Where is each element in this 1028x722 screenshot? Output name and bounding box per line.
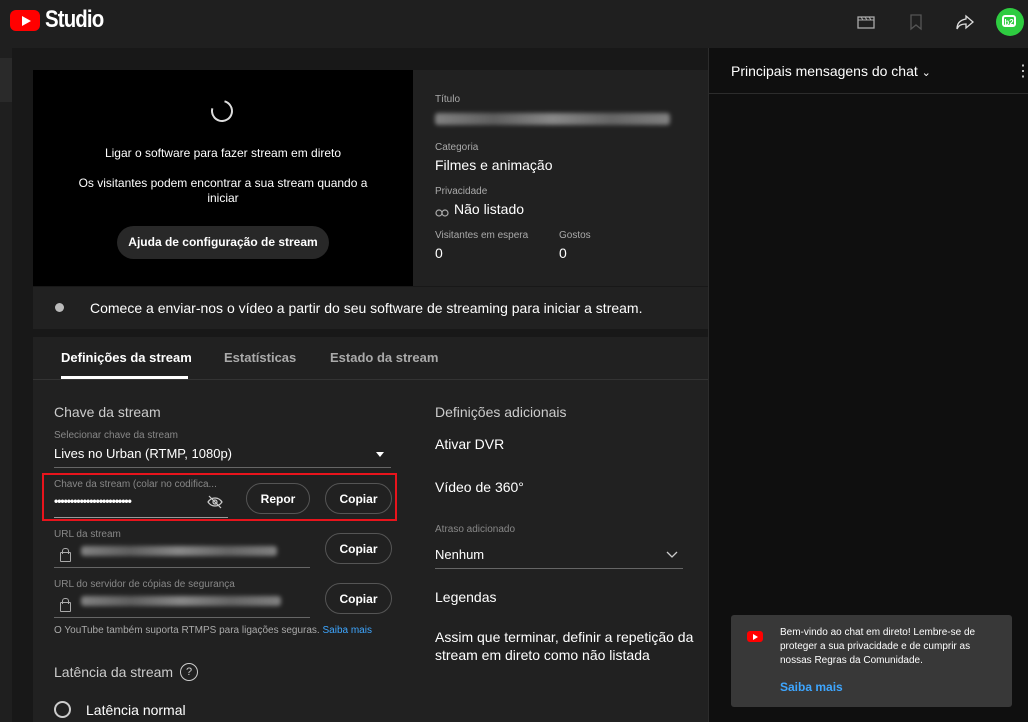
app-title[interactable]: Studio: [45, 6, 104, 34]
welcome-text: Bem-vindo ao chat em direto! Lembre-se d…: [780, 627, 976, 666]
chat-mode-select[interactable]: Principais mensagens do chat ⌄: [731, 63, 931, 79]
tab-statistics[interactable]: Estatísticas: [224, 350, 296, 365]
tab-stream-settings[interactable]: Definições da stream: [61, 350, 192, 365]
captions-setting[interactable]: Legendas: [435, 589, 497, 605]
likes-label: Gostos: [559, 230, 591, 241]
latency-normal-label: Latência normal: [86, 702, 186, 718]
setup-help-button[interactable]: Ajuda de configuração de stream: [117, 226, 329, 259]
likes-value: 0: [559, 245, 567, 261]
backup-url-label: URL do servidor de cópias de segurança: [54, 579, 235, 590]
video360-setting[interactable]: Vídeo de 360°: [435, 479, 524, 495]
copy-backup-button[interactable]: Copiar: [325, 583, 392, 614]
help-icon[interactable]: ?: [180, 663, 198, 681]
link-icon: [435, 205, 449, 223]
more-vert-icon[interactable]: ⋮: [1015, 61, 1028, 81]
status-text: Comece a enviar-nos o vídeo a partir do …: [90, 300, 643, 316]
delay-underline: [435, 568, 683, 569]
chevron-down-icon[interactable]: [665, 546, 679, 564]
additional-heading: Definições adicionais: [435, 404, 567, 420]
chat-welcome-card: Bem-vindo ao chat em direto! Lembre-se d…: [731, 615, 1012, 707]
stream-key-highlight: [42, 473, 397, 521]
unlist-setting[interactable]: Assim que terminar, definir a repetição …: [435, 628, 705, 664]
left-rail-item[interactable]: [0, 58, 12, 102]
privacy-label: Privacidade: [435, 186, 488, 197]
clapperboard-icon[interactable]: [856, 12, 876, 32]
rtmps-note-text: O YouTube também suporta RTMPS para liga…: [54, 625, 320, 636]
category-value: Filmes e animação: [435, 157, 553, 173]
lock-icon: [60, 548, 71, 562]
lock-icon: [60, 598, 71, 612]
backup-url-underline: [54, 617, 310, 618]
stream-key-heading: Chave da stream: [54, 404, 161, 420]
welcome-learn-more-link[interactable]: Saiba mais: [780, 680, 843, 694]
backup-url-blurred[interactable]: [81, 596, 281, 606]
bookmark-icon[interactable]: [906, 12, 926, 32]
status-bar: Comece a enviar-nos o vídeo a partir do …: [33, 287, 708, 329]
title-label: Título: [435, 94, 461, 105]
copy-url-button[interactable]: Copiar: [325, 533, 392, 564]
chat-header: Principais mensagens do chat ⌄ ⋮: [709, 48, 1028, 94]
status-dot-icon: [55, 303, 64, 312]
preview-line2: Os visitantes podem encontrar a sua stre…: [78, 176, 368, 205]
stream-info-panel: Título Categoria Filmes e animação Priva…: [413, 70, 708, 286]
stream-url-underline: [54, 567, 310, 568]
select-key-underline: [54, 467, 391, 468]
category-label: Categoria: [435, 142, 479, 153]
title-value-blurred: [435, 113, 670, 125]
avatar[interactable]: b2: [996, 8, 1024, 36]
privacy-value: Não listado: [454, 201, 525, 217]
rtmps-learn-more-link[interactable]: Saiba mais: [322, 625, 371, 636]
stream-url-label: URL da stream: [54, 529, 121, 540]
latency-heading: Latência da stream: [54, 664, 174, 680]
stream-preview: Ligar o software para fazer stream em di…: [33, 70, 413, 286]
tab-stream-status[interactable]: Estado da stream: [330, 350, 438, 365]
youtube-logo-icon: [747, 631, 763, 642]
loading-spinner-icon: [206, 95, 238, 127]
delay-select[interactable]: Nenhum: [435, 547, 484, 562]
stream-url-blurred[interactable]: [81, 546, 277, 556]
settings-panel: Chave da stream Selecionar chave da stre…: [33, 380, 708, 722]
waiting-value: 0: [435, 245, 443, 261]
dvr-setting[interactable]: Ativar DVR: [435, 436, 504, 452]
active-tab-indicator: [61, 376, 188, 379]
select-dropdown-icon[interactable]: [376, 452, 384, 457]
tabs-bar: Definições da stream Estatísticas Estado…: [33, 337, 708, 380]
latency-normal-radio[interactable]: [54, 701, 71, 718]
chat-panel: Principais mensagens do chat ⌄ ⋮ Bem-vin…: [708, 48, 1028, 722]
youtube-logo-icon[interactable]: [10, 10, 40, 31]
avatar-initials: b2: [1002, 15, 1016, 27]
left-rail: [0, 48, 12, 722]
chat-title: Principais mensagens do chat: [731, 63, 918, 79]
select-key-label: Selecionar chave da stream: [54, 430, 178, 441]
rtmps-note: O YouTube também suporta RTMPS para liga…: [54, 625, 372, 636]
share-icon[interactable]: [955, 12, 975, 32]
delay-label: Atraso adicionado: [435, 524, 516, 535]
waiting-label: Visitantes em espera: [435, 230, 529, 241]
chevron-down-icon: ⌄: [921, 67, 931, 79]
preview-line1: Ligar o software para fazer stream em di…: [104, 146, 342, 160]
top-bar: Studio b2: [0, 0, 1028, 48]
select-key-value[interactable]: Lives no Urban (RTMP, 1080p): [54, 446, 232, 461]
